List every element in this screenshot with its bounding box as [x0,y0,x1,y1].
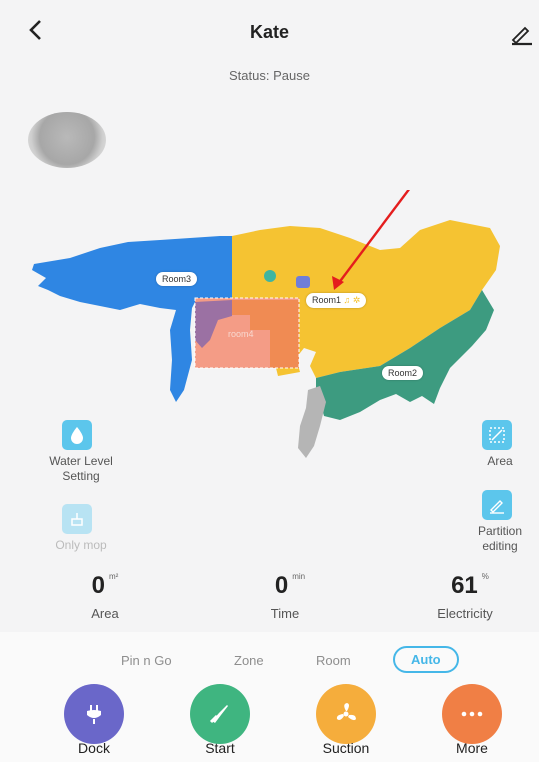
fan-icon [336,703,356,721]
settings-icon: ✲ [352,295,361,305]
suction-button[interactable] [316,684,376,744]
dock-label: Dock [78,740,110,756]
stat-area-label: Area [91,606,119,621]
water-level-button[interactable] [62,420,92,450]
room1-label-text: Room1 [312,295,342,305]
unexplored-area [298,386,326,458]
status-value: Pause [273,68,310,83]
room3-label[interactable]: Room3 [156,272,198,286]
stat-electricity-value: 61 [451,572,478,599]
more-icon [461,711,483,717]
plug-icon [87,705,101,724]
stat-time: 0 min [240,572,340,600]
water-drop-icon [71,427,83,444]
partition-editing-button[interactable] [482,490,512,520]
stat-electricity-unit: % [481,572,489,581]
area-button[interactable] [482,420,512,450]
stat-area-unit: m² [109,572,119,581]
area-label: Area [487,454,513,468]
room1-label[interactable]: Room1 ♫ ✲ [306,293,367,308]
edit-button[interactable] [510,22,536,48]
stat-time-value: 0 [274,572,289,599]
stat-area: 0 m² [60,572,150,600]
remote-control-joystick[interactable] [28,112,106,168]
partition-editing-label: Partition editing [477,524,523,553]
room2-label[interactable]: Room2 [382,366,424,380]
stat-time-unit: min [292,572,306,581]
only-mop-label: Only mop [55,538,107,552]
stat-time-label: Time [270,606,300,621]
status-label: Status: [229,68,270,83]
area-icon [489,427,505,443]
mode-room[interactable]: Room [316,653,351,668]
status-text: Status: Pause [0,68,539,83]
stat-electricity: 61% [420,572,520,600]
more-button[interactable] [442,684,502,744]
mode-auto[interactable]: Auto [393,646,459,673]
sweep-icon [209,705,228,724]
start-label: Start [205,740,235,756]
robot-marker-icon [296,276,310,288]
mop-icon [71,513,83,526]
stat-electricity-label: Electricity [437,606,493,621]
room4-label[interactable]: room4 [228,329,254,339]
water-level-label: Water Level Setting [49,454,113,483]
edit-partition-icon [490,500,504,514]
page-title: Kate [249,22,289,42]
more-label: More [456,740,488,756]
dock-button[interactable] [64,684,124,744]
mode-pin-n-go[interactable]: Pin n Go [121,653,172,668]
pencil-icon [511,26,532,46]
bell-icon: ♫ [343,295,351,305]
stat-area-value: 0 [91,572,106,599]
suction-label: Suction [322,740,370,756]
start-button[interactable] [190,684,250,744]
dock-marker-icon [264,270,276,282]
only-mop-button[interactable] [62,504,92,534]
mode-zone[interactable]: Zone [234,653,264,668]
